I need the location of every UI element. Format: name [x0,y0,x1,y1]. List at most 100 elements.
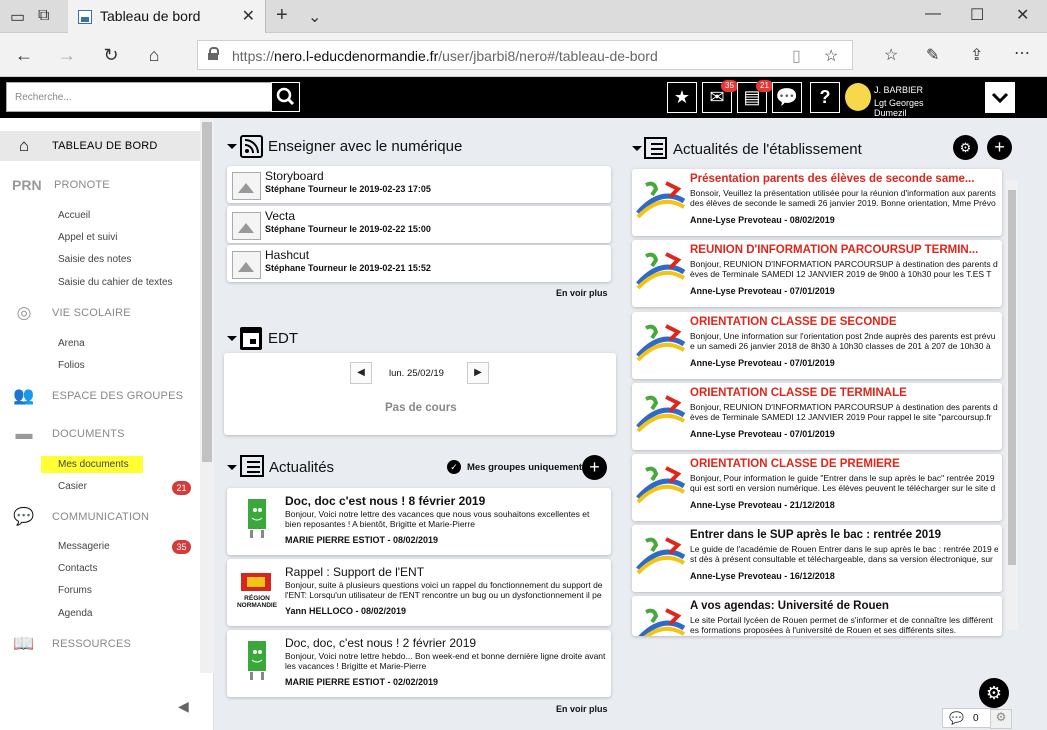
sidebar-item-espace-groupes[interactable]: 👥 ESPACE DES GROUPES [0,381,200,411]
check-circle-icon[interactable]: ✓ [447,460,461,474]
reading-view-icon[interactable]: ▯ [792,46,801,66]
help-button[interactable]: ? [810,82,840,113]
book-mascot-image [248,641,266,680]
home-icon[interactable]: ⌂ [140,41,168,69]
image-placeholder-icon [232,172,261,200]
search-input[interactable]: Recherche... [6,82,272,112]
resource-item[interactable]: Storyboard Stéphane Tourneur le 2019-02-… [227,166,611,203]
etab-news-title: ORIENTATION CLASSE DE SECONDE [690,316,897,328]
add-etab-news-button[interactable]: + [987,135,1012,160]
resource-item[interactable]: Vecta Stéphane Tourneur le 2019-02-22 15… [227,206,611,243]
resource-title: Vecta [265,209,296,223]
rss-icon [240,135,263,158]
dashboard-main: Enseigner avec le numérique Storyboard S… [214,118,1047,730]
sidebar-item-pronote[interactable]: PRN PRONOTE [0,170,200,200]
sidebar-link-contacts[interactable]: Contacts [58,563,97,574]
news-item[interactable]: RÉGION NORMANDIE Rappel : Support de l'E… [227,559,611,626]
sidebar-item-communication[interactable]: 💬 COMMUNICATION [0,502,200,532]
etab-news-author: Anne-Lyse Prevoteau - 07/01/2019 [690,286,835,296]
prn-icon: PRN [12,177,42,193]
maximize-icon[interactable]: ☐ [970,5,984,25]
news-item[interactable]: Doc, doc, c'est nous ! 2 février 2019 Bo… [227,630,611,697]
sidebar-link-messagerie[interactable]: Messagerie [58,541,110,552]
page-settings-button[interactable]: ⚙ [979,678,1009,708]
gear-icon[interactable]: ⚙ [990,709,1012,729]
chat-count: 0 [973,713,979,724]
favorite-star-icon[interactable]: ☆ [824,46,838,66]
collapse-caret-icon[interactable] [227,144,237,149]
resource-item[interactable]: Hashcut Stéphane Tourneur le 2019-02-21 … [227,245,611,282]
etab-news-title: Présentation parents des élèves de secon… [690,173,975,185]
url-field[interactable]: https://nero.l-educdenormandie.fr/user/j… [197,40,853,70]
sidebar-item-tableau-de-bord[interactable]: ⌂ TABLEAU DE BORD [0,131,200,161]
casier-button[interactable]: ▤ 21 [737,80,773,113]
etab-news-item[interactable]: Entrer dans le SUP après le bac : rentré… [632,525,1002,592]
scrollbar-thumb[interactable] [1008,190,1016,565]
sidebar-link-appel[interactable]: Appel et suivi [58,232,117,243]
etab-news-item[interactable]: Présentation parents des élèves de secon… [632,169,1002,236]
scrollbar-thumb[interactable] [202,122,212,462]
collapse-caret-icon[interactable] [227,465,237,470]
sidebar-link-folios[interactable]: Folios [58,360,85,371]
back-arrow-icon[interactable]: ← [10,41,38,69]
groups-filter-label[interactable]: Mes groupes uniquement [467,462,582,473]
enseigner-more-link[interactable]: En voir plus [556,288,608,298]
user-menu-toggle[interactable] [985,82,1015,113]
normandie-logo-image: RÉGION NORMANDIE [231,567,283,612]
share-icon[interactable]: ⇪ [970,45,983,65]
pen-notes-icon[interactable]: ✎ [926,45,939,65]
news-item[interactable]: Doc, doc c'est nous ! 8 février 2019 Bon… [227,488,611,555]
favorites-list-icon[interactable]: ☆ [884,45,898,65]
user-profile[interactable]: J. BARBIER Lgt Georges Dumezil [845,81,940,118]
collapse-sidebar-icon[interactable]: ◀ [178,698,189,715]
messages-button[interactable]: ✉ 35 [702,80,738,113]
app-header: Recherche... ★ ✉ 35 ▤ 21 💬 ? J. BARBIER … [0,77,1047,118]
etab-settings-button[interactable]: ⚙ [953,135,978,160]
next-day-button[interactable]: ▶ [467,362,489,384]
tab-preview-icon[interactable]: ⧉ [38,7,49,25]
sidebar-link-casier[interactable]: Casier [58,481,87,492]
close-tab-icon[interactable]: ✕ [242,6,255,26]
sidebar-link-accueil[interactable]: Accueil [58,210,90,221]
actualites-more-link[interactable]: En voir plus [556,704,608,714]
news-body: Bonjour, suite à plusieurs questions voi… [285,580,603,600]
prev-day-button[interactable]: ◀ [350,362,372,384]
sidebar-link-arena[interactable]: Arena [58,338,85,349]
browser-tab[interactable]: Tableau de bord ✕ [68,0,266,33]
forward-arrow-icon[interactable]: → [53,41,81,69]
close-window-icon[interactable]: ✕ [1016,5,1029,25]
sidebar-link-forums[interactable]: Forums [58,585,92,596]
sidebar-link-notes[interactable]: Saisie des notes [58,254,131,265]
image-placeholder-icon [232,251,261,279]
collapse-caret-icon[interactable] [227,336,237,341]
tab-manager-icon[interactable]: ▭ [10,7,25,27]
sidebar-scrollbar[interactable] [200,118,214,673]
etab-scrollbar[interactable] [1006,180,1018,630]
chat-button[interactable]: 💬 [772,82,802,113]
book-icon: 📖 [13,634,35,653]
etab-news-item[interactable]: A vos agendas: Université de Rouen Le si… [632,596,1002,636]
more-options-icon[interactable]: ⋯ [1014,43,1030,63]
sidebar-link-agenda[interactable]: Agenda [58,608,92,619]
search-button[interactable] [271,82,300,112]
etab-news-item[interactable]: ORIENTATION CLASSE DE SECONDE Bonjour, U… [632,312,1002,379]
etab-news-title: ORIENTATION CLASSE DE PREMIERE [690,458,900,470]
normandie-logo-text: RÉGION NORMANDIE [236,595,278,609]
sidebar-item-ressources[interactable]: 📖 RESSOURCES [0,629,200,659]
address-bar-row: ← → ↻ ⌂ https://nero.l-educdenormandie.f… [0,33,1047,77]
new-tab-icon[interactable]: + [276,4,288,27]
favorites-button[interactable]: ★ [667,82,697,113]
collapse-caret-icon[interactable] [632,146,642,151]
tab-list-chevron-icon[interactable]: ⌄ [308,7,321,27]
add-news-button[interactable]: + [582,455,607,480]
sidebar-link-cahier[interactable]: Saisie du cahier de textes [58,277,173,288]
etab-news-item[interactable]: REUNION D'INFORMATION PARCOURSUP TERMIN.… [632,240,1002,307]
sidebar-item-vie-scolaire[interactable]: ◎ VIE SCOLAIRE [0,298,200,328]
etab-news-item[interactable]: ORIENTATION CLASSE DE TERMINALE Bonjour,… [632,383,1002,450]
sidebar-link-mes-documents[interactable]: Mes documents [58,459,129,470]
refresh-icon[interactable]: ↻ [97,41,125,69]
sidebar-item-documents[interactable]: ▬ DOCUMENTS [0,419,200,449]
minimize-icon[interactable]: — [925,5,941,23]
etab-news-item[interactable]: ORIENTATION CLASSE DE PREMIERE Bonjour, … [632,454,1002,521]
orientation-arrows-image [638,608,686,636]
